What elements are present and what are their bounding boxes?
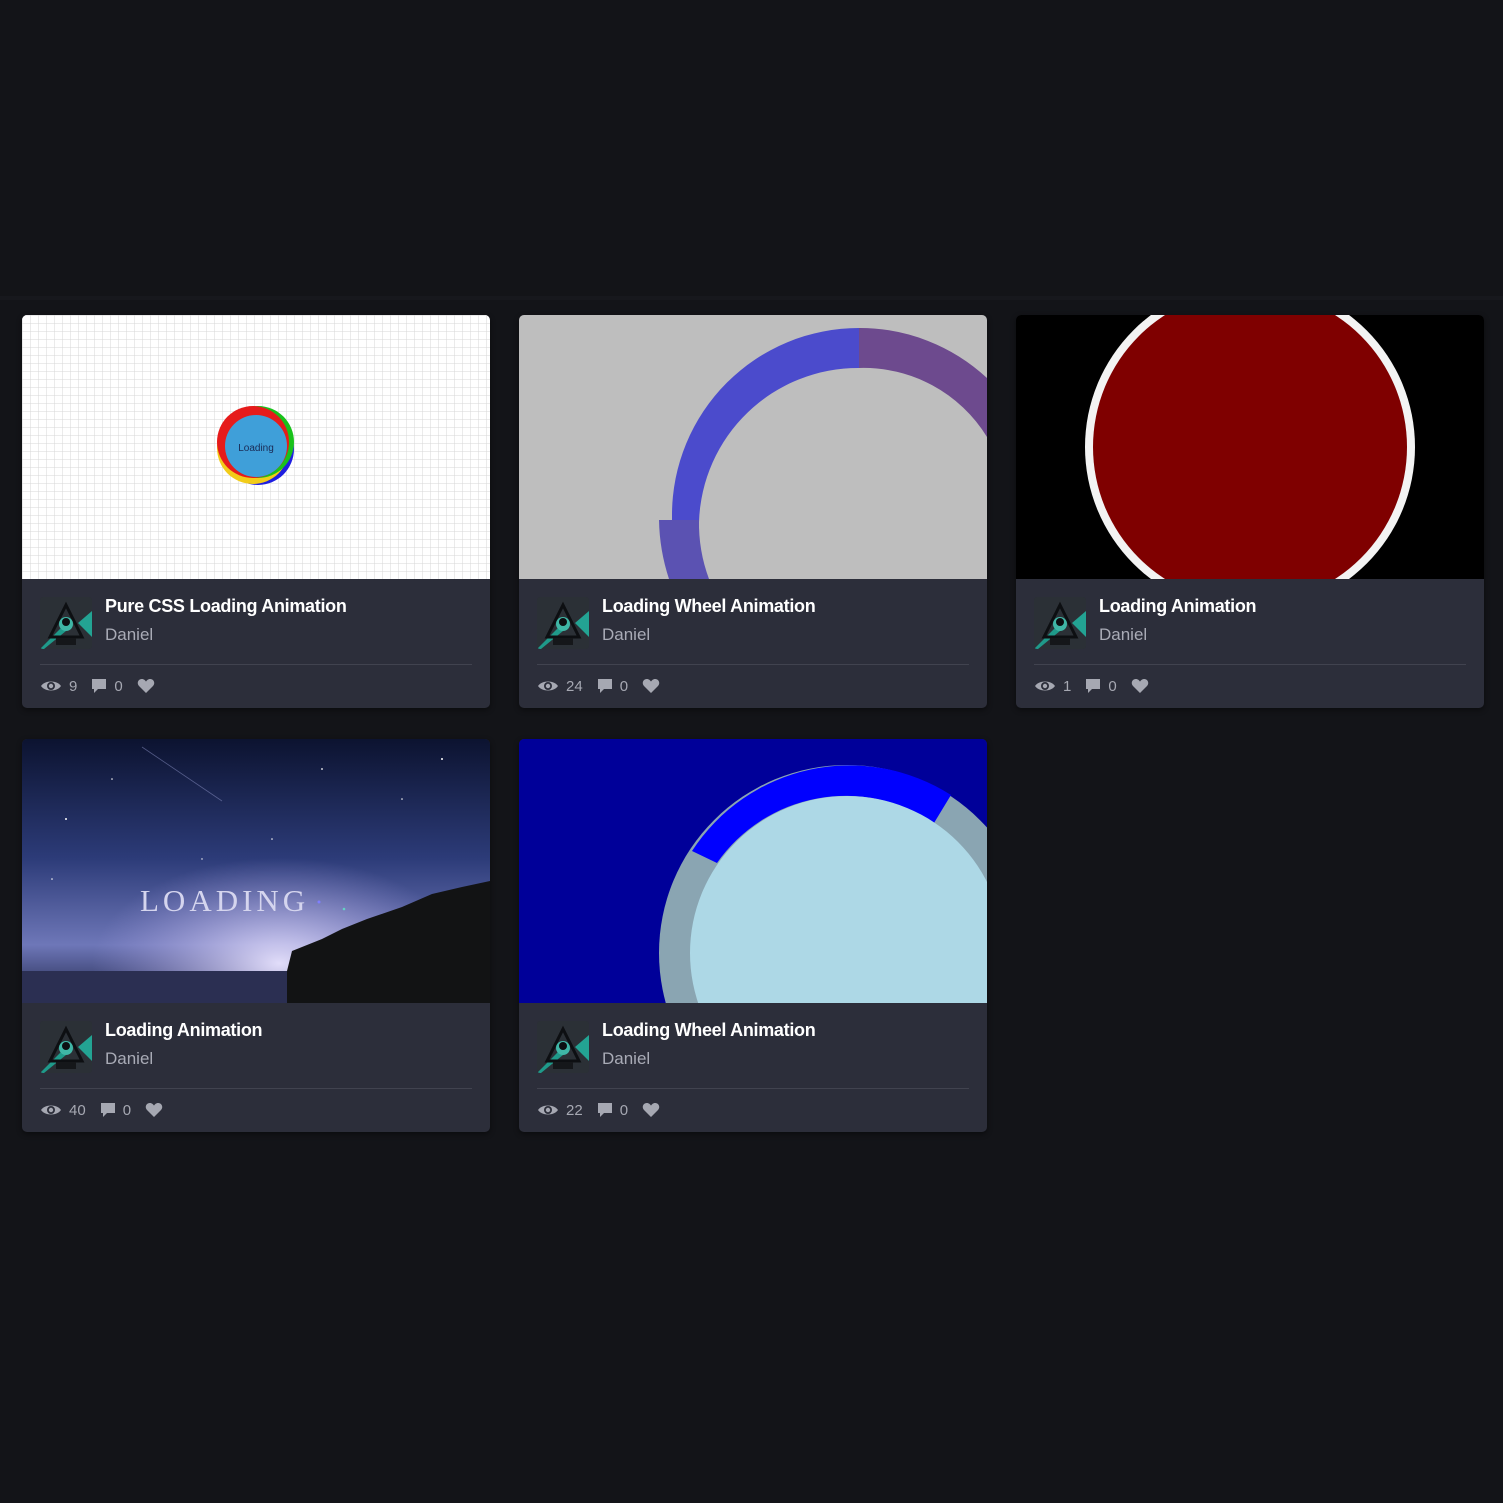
pen-card-loading-wheel-2[interactable]: Loading Wheel Animation Daniel 22 0 bbox=[519, 739, 987, 1132]
pen-meta: Loading Wheel Animation Daniel 24 0 bbox=[519, 579, 987, 708]
comments-stat[interactable]: 0 bbox=[100, 1102, 131, 1119]
pen-thumbnail[interactable]: Loading bbox=[22, 315, 490, 579]
pen-meta: Loading Animation Daniel 1 0 bbox=[1016, 579, 1484, 708]
pen-meta: Pure CSS Loading Animation Daniel 9 0 bbox=[22, 579, 490, 708]
thumbnail-grid-loader: Loading bbox=[22, 315, 490, 579]
pen-title[interactable]: Loading Wheel Animation bbox=[602, 596, 972, 617]
pen-thumbnail[interactable] bbox=[1016, 315, 1484, 579]
pen-title[interactable]: Loading Wheel Animation bbox=[602, 1020, 972, 1041]
comment-icon bbox=[1085, 678, 1101, 694]
heart-icon bbox=[137, 678, 155, 694]
eye-icon bbox=[40, 1103, 62, 1117]
comment-icon bbox=[91, 678, 107, 694]
pen-thumbnail[interactable] bbox=[519, 315, 987, 579]
pen-stats: 9 0 bbox=[40, 676, 169, 696]
heart-icon bbox=[145, 1102, 163, 1118]
heart-icon bbox=[1131, 678, 1149, 694]
pen-author[interactable]: Daniel bbox=[602, 625, 650, 645]
comments-count: 0 bbox=[619, 677, 629, 695]
thumbnail-loading-label: Loading bbox=[238, 443, 274, 454]
comments-stat[interactable]: 0 bbox=[91, 677, 123, 695]
like-button[interactable] bbox=[1131, 678, 1149, 694]
views-stat[interactable]: 9 bbox=[40, 678, 77, 695]
avatar[interactable] bbox=[40, 597, 92, 649]
thumbnail-red-circle bbox=[1016, 315, 1484, 579]
comments-count: 0 bbox=[619, 1101, 629, 1119]
pen-title[interactable]: Loading Animation bbox=[1099, 596, 1469, 617]
pen-card-loading-animation-1[interactable]: Loading Animation Daniel 1 0 bbox=[1016, 315, 1484, 708]
avatar[interactable] bbox=[537, 1021, 589, 1073]
views-stat[interactable]: 40 bbox=[40, 1102, 86, 1119]
pen-stats: 22 0 bbox=[537, 1100, 674, 1120]
eye-icon bbox=[537, 679, 559, 693]
thumbnail-wheel-gray bbox=[519, 315, 987, 579]
like-button[interactable] bbox=[137, 678, 155, 694]
like-button[interactable] bbox=[642, 678, 660, 694]
pen-thumbnail[interactable] bbox=[519, 739, 987, 1003]
pen-author[interactable]: Daniel bbox=[602, 1049, 650, 1069]
thumbnail-loading-text: LOADING bbox=[140, 883, 309, 918]
views-count: 9 bbox=[69, 677, 78, 695]
comments-stat[interactable]: 0 bbox=[597, 678, 628, 695]
pen-author[interactable]: Daniel bbox=[105, 625, 153, 645]
views-count: 24 bbox=[566, 677, 583, 695]
header-divider bbox=[0, 296, 1503, 300]
card-divider bbox=[40, 1088, 472, 1089]
pen-card-loading-animation-2[interactable]: LOADING Loading Animation Daniel 40 0 bbox=[22, 739, 490, 1132]
views-count: 1 bbox=[1063, 677, 1072, 695]
views-count: 40 bbox=[69, 1101, 86, 1119]
comments-stat[interactable]: 0 bbox=[1085, 677, 1117, 695]
thumbnail-night-sky: LOADING bbox=[22, 739, 490, 1003]
card-divider bbox=[537, 1088, 969, 1089]
comments-count: 0 bbox=[114, 677, 123, 695]
card-divider bbox=[537, 664, 969, 665]
like-button[interactable] bbox=[642, 1102, 660, 1118]
pen-author[interactable]: Daniel bbox=[105, 1049, 153, 1069]
views-count: 22 bbox=[566, 1101, 583, 1119]
card-divider bbox=[40, 664, 472, 665]
pen-stats: 24 0 bbox=[537, 676, 674, 696]
views-stat[interactable]: 1 bbox=[1034, 678, 1071, 695]
comments-stat[interactable]: 0 bbox=[597, 1102, 628, 1119]
comment-icon bbox=[597, 1102, 613, 1118]
comment-icon bbox=[100, 1102, 116, 1118]
pen-card-pure-css-loading[interactable]: Loading Pure CSS Loading Animation Danie… bbox=[22, 315, 490, 708]
avatar[interactable] bbox=[40, 1021, 92, 1073]
pen-card-loading-wheel-1[interactable]: Loading Wheel Animation Daniel 24 0 bbox=[519, 315, 987, 708]
card-divider bbox=[1034, 664, 1466, 665]
comment-icon bbox=[597, 678, 613, 694]
avatar[interactable] bbox=[1034, 597, 1086, 649]
eye-icon bbox=[1034, 679, 1056, 693]
pen-stats: 40 0 bbox=[40, 1100, 177, 1120]
thumbnail-wheel-blue bbox=[519, 739, 987, 1003]
pen-thumbnail[interactable]: LOADING bbox=[22, 739, 490, 1003]
pen-meta: Loading Wheel Animation Daniel 22 0 bbox=[519, 1003, 987, 1132]
pen-stats: 1 0 bbox=[1034, 676, 1163, 696]
comments-count: 0 bbox=[122, 1101, 132, 1119]
heart-icon bbox=[642, 1102, 660, 1118]
eye-icon bbox=[40, 679, 62, 693]
pen-author[interactable]: Daniel bbox=[1099, 625, 1147, 645]
heart-icon bbox=[642, 678, 660, 694]
views-stat[interactable]: 24 bbox=[537, 678, 583, 695]
header-area bbox=[0, 0, 1503, 296]
like-button[interactable] bbox=[145, 1102, 163, 1118]
comments-count: 0 bbox=[1108, 677, 1117, 695]
eye-icon bbox=[537, 1103, 559, 1117]
pen-meta: Loading Animation Daniel 40 0 bbox=[22, 1003, 490, 1132]
pen-title[interactable]: Pure CSS Loading Animation bbox=[105, 596, 475, 617]
pen-title[interactable]: Loading Animation bbox=[105, 1020, 475, 1041]
views-stat[interactable]: 22 bbox=[537, 1102, 583, 1119]
avatar[interactable] bbox=[537, 597, 589, 649]
